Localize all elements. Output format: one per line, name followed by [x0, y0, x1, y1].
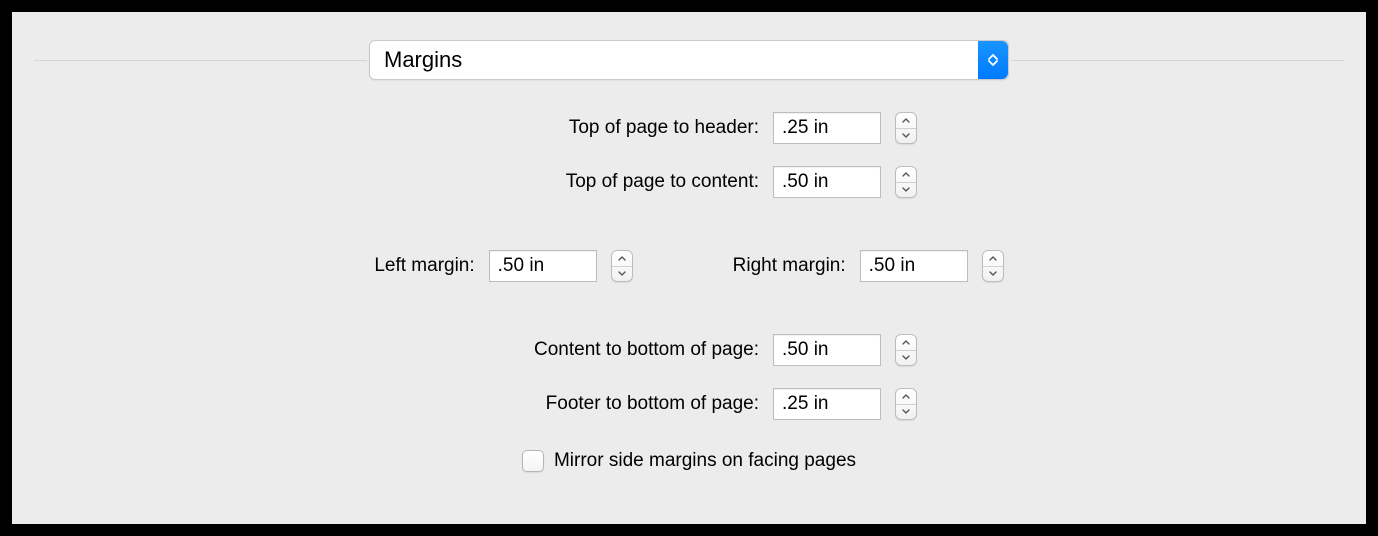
row-top-header: Top of page to header: [12, 112, 1366, 144]
row-top-content: Top of page to content: [12, 166, 1366, 198]
stepper-down-icon[interactable] [983, 266, 1003, 282]
stepper-top-header[interactable] [895, 112, 917, 144]
stepper-left-margin[interactable] [611, 250, 633, 282]
margins-form: Top of page to header: Top of page to co… [12, 112, 1366, 504]
row-mirror-margins: Mirror side margins on facing pages [12, 450, 1366, 472]
stepper-up-icon[interactable] [896, 113, 916, 128]
stepper-content-bottom[interactable] [895, 334, 917, 366]
stepper-footer-bottom[interactable] [895, 388, 917, 420]
stepper-up-icon[interactable] [896, 167, 916, 182]
divider-left [34, 60, 367, 61]
section-divider: Margins [34, 40, 1344, 80]
stepper-top-content[interactable] [895, 166, 917, 198]
stepper-up-icon[interactable] [612, 251, 632, 266]
label-top-header: Top of page to header: [449, 117, 759, 139]
label-right-margin: Right margin: [733, 255, 846, 277]
input-right-margin[interactable] [860, 250, 968, 282]
stepper-up-icon[interactable] [896, 389, 916, 404]
margins-panel: Margins Top of page to header: Top of pa… [12, 12, 1366, 524]
input-top-content[interactable] [773, 166, 881, 198]
input-left-margin[interactable] [489, 250, 597, 282]
chevron-up-down-icon [978, 41, 1008, 79]
section-dropdown-label: Margins [384, 47, 462, 73]
checkbox-mirror-margins[interactable] [522, 450, 544, 472]
input-top-header[interactable] [773, 112, 881, 144]
stepper-down-icon[interactable] [896, 182, 916, 198]
label-content-bottom: Content to bottom of page: [449, 339, 759, 361]
label-mirror-margins: Mirror side margins on facing pages [554, 450, 856, 472]
stepper-right-margin[interactable] [982, 250, 1004, 282]
label-footer-bottom: Footer to bottom of page: [449, 393, 759, 415]
stepper-down-icon[interactable] [612, 266, 632, 282]
stepper-up-icon[interactable] [983, 251, 1003, 266]
stepper-up-icon[interactable] [896, 335, 916, 350]
section-dropdown[interactable]: Margins [369, 40, 1009, 80]
divider-right [1011, 60, 1344, 61]
stepper-down-icon[interactable] [896, 404, 916, 420]
label-top-content: Top of page to content: [449, 171, 759, 193]
stepper-down-icon[interactable] [896, 350, 916, 366]
input-footer-bottom[interactable] [773, 388, 881, 420]
stepper-down-icon[interactable] [896, 128, 916, 144]
row-footer-bottom: Footer to bottom of page: [12, 388, 1366, 420]
row-content-bottom: Content to bottom of page: [12, 334, 1366, 366]
input-content-bottom[interactable] [773, 334, 881, 366]
pair-left-margin: Left margin: [374, 250, 632, 282]
pair-right-margin: Right margin: [733, 250, 1004, 282]
row-left-right: Left margin: Right margin: [12, 250, 1366, 282]
label-left-margin: Left margin: [374, 255, 474, 277]
